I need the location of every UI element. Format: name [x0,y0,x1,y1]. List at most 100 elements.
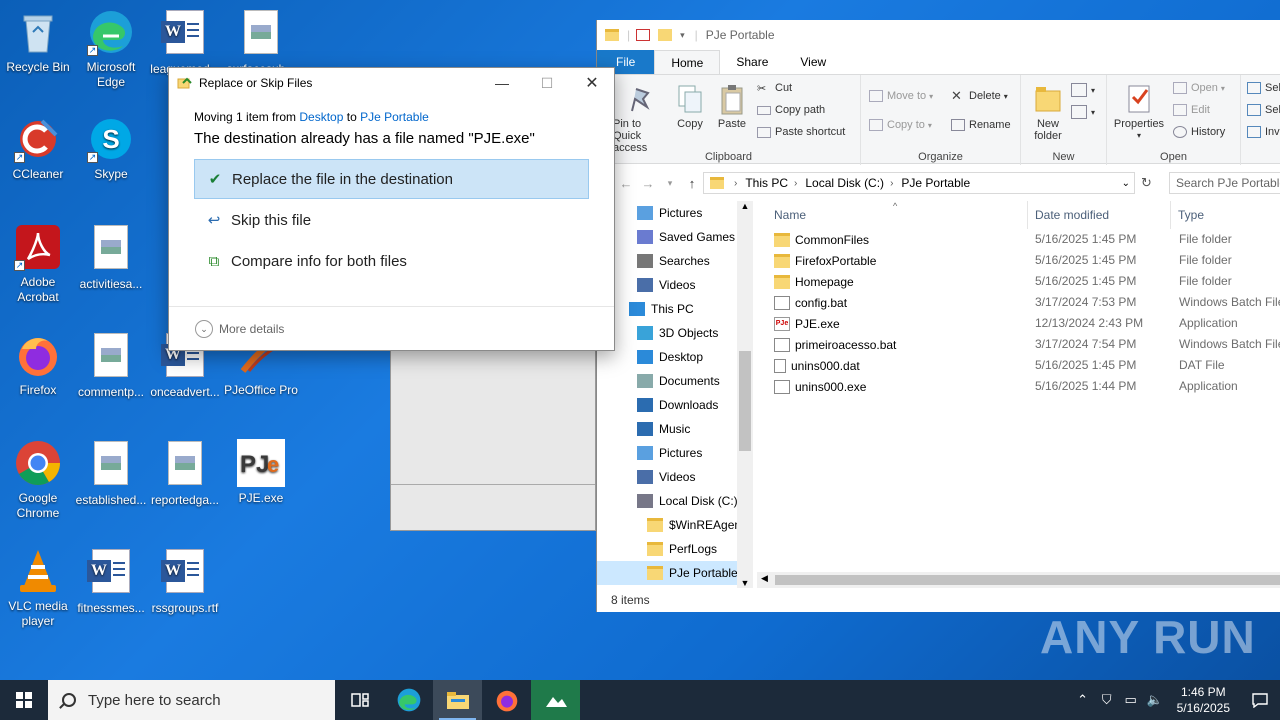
taskbar-search-box[interactable]: Type here to search [48,680,335,720]
desktop-icon-established[interactable]: established... [73,439,149,508]
taskbar-firefox[interactable] [482,680,531,720]
maximize-button[interactable]: ☐ [524,68,570,98]
address-bar[interactable]: › This PC › Local Disk (C:) › PJe Portab… [703,172,1135,194]
nav-item[interactable]: PJe Portable [597,561,749,585]
desktop-icon-ccleaner[interactable]: ↗ CCleaner [0,115,76,182]
desktop-icon-activities[interactable]: activitiesa... [73,223,149,292]
column-type[interactable]: Type [1178,208,1204,222]
search-input[interactable]: Search PJe Portable [1169,172,1280,194]
volume-icon[interactable]: 🔈 [1143,692,1167,708]
minimize-button[interactable]: — [479,68,525,98]
breadcrumb-this-pc[interactable]: This PC [745,176,788,190]
nav-item[interactable]: Videos [597,273,749,297]
select-all-button[interactable]: Sel [1247,82,1280,94]
nav-item[interactable]: This PC [597,297,749,321]
copy-button[interactable]: Copy [675,83,705,130]
nav-item[interactable]: Pictures [597,201,749,225]
tab-share[interactable]: Share [720,50,784,74]
select-none-button[interactable]: Sel [1247,104,1280,116]
desktop-icon-pje-exe[interactable]: PJ e PJE.exe [223,439,299,506]
file-row[interactable]: PJe PJE.exe 12/13/2024 2:43 PM Application [757,313,1280,334]
more-details-button[interactable]: ⌄ More details [195,320,284,338]
new-folder-button[interactable]: New folder [1031,83,1065,142]
taskbar-app-installer[interactable] [531,680,580,720]
task-view-button[interactable] [335,680,384,720]
skip-file-option[interactable]: ↩ Skip this file [194,200,589,240]
nav-item[interactable]: Downloads [597,393,749,417]
open-button[interactable]: Open ▾ [1173,82,1225,94]
address-dropdown-icon[interactable]: ⌄ [1122,178,1130,189]
nav-scroll-thumb[interactable] [739,351,751,451]
nav-item[interactable]: PerfLogs [597,537,749,561]
desktop-icon-fitnessmes[interactable]: W fitnessmes... [73,547,149,616]
breadcrumb-local-disk[interactable]: Local Disk (C:) [805,176,884,190]
move-to-button[interactable]: Move to ▾ [869,90,933,102]
cut-button[interactable]: ✂ Cut [757,82,792,95]
file-row[interactable]: primeiroacesso.bat 3/17/2024 7:54 PM Windo… [757,334,1280,355]
replace-file-option[interactable]: ✔ Replace the file in the destination [194,159,589,199]
start-button[interactable] [0,680,48,720]
file-list-hscrollbar[interactable]: ◀ [757,572,1280,588]
file-row[interactable]: FirefoxPortable 5/16/2025 1:45 PM File fol… [757,250,1280,271]
nav-item[interactable]: Videos [597,465,749,489]
history-button[interactable]: History [1173,126,1225,138]
security-icon[interactable]: ⛉ [1095,692,1119,708]
delete-button[interactable]: ✕ Delete ▾ [951,89,1008,102]
nav-item[interactable]: 3D Objects [597,321,749,345]
tab-home[interactable]: Home [654,50,721,74]
paste-button[interactable]: Paste [715,83,749,130]
properties-check-icon[interactable] [636,29,651,41]
desktop-icon-edge[interactable]: ↗ Microsoft Edge [73,8,149,90]
recent-locations-icon[interactable]: ▾ [659,178,681,189]
file-row[interactable]: unins000.dat 5/16/2025 1:45 PM DAT File [757,355,1280,376]
notifications-button[interactable] [1240,692,1280,708]
file-row[interactable]: CommonFiles 5/16/2025 1:45 PM File folder [757,229,1280,250]
desktop-icon-skype[interactable]: S ↗ Skype [73,115,149,182]
new-folder-icon[interactable] [658,29,673,41]
close-button[interactable]: ✕ [569,68,615,98]
refresh-icon[interactable]: ↻ [1141,175,1152,191]
taskbar-file-explorer[interactable] [433,680,482,720]
nav-item[interactable]: Saved Games [597,225,749,249]
copy-to-button[interactable]: Copy to ▾ [869,119,932,131]
column-name[interactable]: Name [774,208,806,222]
nav-item[interactable]: Desktop [597,345,749,369]
pin-quick-access-button[interactable]: Pin to Quick access [611,83,671,154]
breadcrumb-pje-portable[interactable]: PJe Portable [901,176,970,190]
nav-item[interactable]: Pictures [597,441,749,465]
scroll-left-icon[interactable]: ◀ [761,573,768,584]
destination-link[interactable]: PJe Portable [360,110,429,124]
desktop-icon-commentp[interactable]: commentp... [73,331,149,400]
new-item-button[interactable]: ▾ [1071,83,1095,97]
nav-item[interactable]: Documents [597,369,749,393]
show-hidden-icons-chevron-icon[interactable]: ⌃ [1071,692,1095,708]
easy-access-button[interactable]: ▾ [1071,105,1095,119]
hscroll-thumb[interactable] [775,575,1280,585]
file-row[interactable]: Homepage 5/16/2025 1:45 PM File folder [757,271,1280,292]
quick-access-dropdown-icon[interactable]: ▾ [680,30,685,41]
desktop-icon-recycle-bin[interactable]: Recycle Bin [0,8,76,75]
desktop-icon-firefox[interactable]: Firefox [0,331,76,398]
file-row[interactable]: config.bat 3/17/2024 7:53 PM Windows Batch… [757,292,1280,313]
nav-item[interactable]: Music [597,417,749,441]
rename-button[interactable]: Rename [951,119,1011,131]
nav-item[interactable]: Searches [597,249,749,273]
forward-arrow-icon[interactable]: → [637,176,659,191]
desktop-icon-adobe-acrobat[interactable]: ↗ Adobe Acrobat [0,223,76,305]
desktop-icon-vlc[interactable]: VLC media player [0,547,76,629]
nav-item[interactable]: $WinREAgent [597,513,749,537]
edit-button[interactable]: Edit [1173,104,1210,116]
copy-path-button[interactable]: Copy path [757,104,825,116]
file-row[interactable]: unins000.exe 5/16/2025 1:44 PM Application [757,376,1280,397]
properties-button[interactable]: Properties ▾ [1111,83,1167,142]
scroll-up-icon[interactable]: ▲ [737,201,753,211]
invert-selection-button[interactable]: Inv [1247,126,1280,138]
clock[interactable]: 1:46 PM 5/16/2025 [1167,684,1240,716]
tab-view[interactable]: View [784,50,842,74]
paste-shortcut-button[interactable]: Paste shortcut [757,126,845,138]
up-arrow-icon[interactable]: ↑ [681,176,703,191]
column-date-modified[interactable]: Date modified [1035,208,1109,222]
scroll-down-icon[interactable]: ▼ [737,578,753,588]
nav-scrollbar[interactable]: ▲ ▼ [737,201,753,588]
compare-info-option[interactable]: ⧉ Compare info for both files [194,241,589,281]
